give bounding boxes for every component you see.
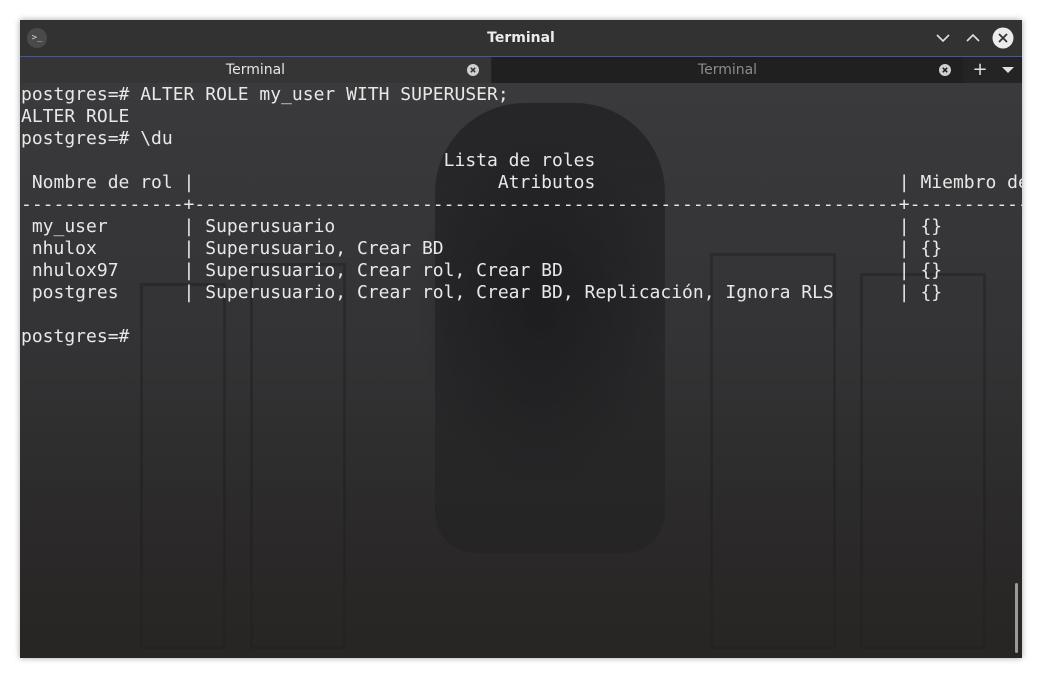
tab-label: Terminal [225, 62, 286, 78]
terminal-line: nhulox | Superusuario, Crear BD | {} [21, 238, 943, 259]
terminal-line: postgres=# ALTER ROLE my_user WITH SUPER… [21, 84, 509, 105]
terminal-line: postgres | Superusuario, Crear rol, Crea… [21, 282, 943, 303]
terminal-text: postgres=# ALTER ROLE my_user WITH SUPER… [21, 84, 1022, 348]
terminal-line: nhulox97 | Superusuario, Crear rol, Crea… [21, 260, 943, 281]
terminal-window: >_ Terminal Terminal Terminal + postgres… [20, 20, 1022, 658]
terminal-line: Lista de roles [21, 150, 596, 171]
tab-2-close-button[interactable] [939, 64, 951, 76]
close-icon [992, 27, 1014, 49]
terminal-line: postgres=# \du [21, 128, 173, 149]
terminal-prompt[interactable]: postgres=# [21, 326, 1022, 348]
tab-label: Terminal [697, 62, 758, 78]
tab-menu-button[interactable] [998, 57, 1018, 83]
title-bar[interactable]: >_ Terminal [20, 20, 1022, 57]
close-button[interactable] [992, 27, 1014, 49]
tab-bar: Terminal Terminal + [20, 57, 1022, 83]
close-circle-icon [939, 64, 951, 76]
terminal-line: my_user | Superusuario | {} [21, 216, 943, 237]
chevron-down-icon [936, 34, 950, 43]
tab-1-close-button[interactable] [467, 64, 479, 76]
new-tab-button[interactable]: + [969, 57, 991, 83]
maximize-button[interactable] [962, 27, 984, 49]
scrollbar[interactable] [1015, 583, 1018, 653]
close-circle-icon [467, 64, 479, 76]
minimize-button[interactable] [932, 27, 954, 49]
background-city [20, 473, 1022, 658]
tab-terminal-1[interactable]: Terminal [20, 57, 491, 83]
terminal-output-area[interactable]: postgres=# ALTER ROLE my_user WITH SUPER… [20, 83, 1022, 658]
terminal-line: ---------------+------------------------… [21, 194, 1022, 215]
terminal-line: Nombre de rol | Atributos | Miembro de [21, 172, 1022, 193]
caret-down-icon [1002, 67, 1014, 73]
tab-terminal-2[interactable]: Terminal [492, 57, 963, 83]
terminal-line: ALTER ROLE [21, 106, 130, 127]
chevron-up-icon [966, 33, 980, 42]
window-title: Terminal [487, 30, 555, 46]
